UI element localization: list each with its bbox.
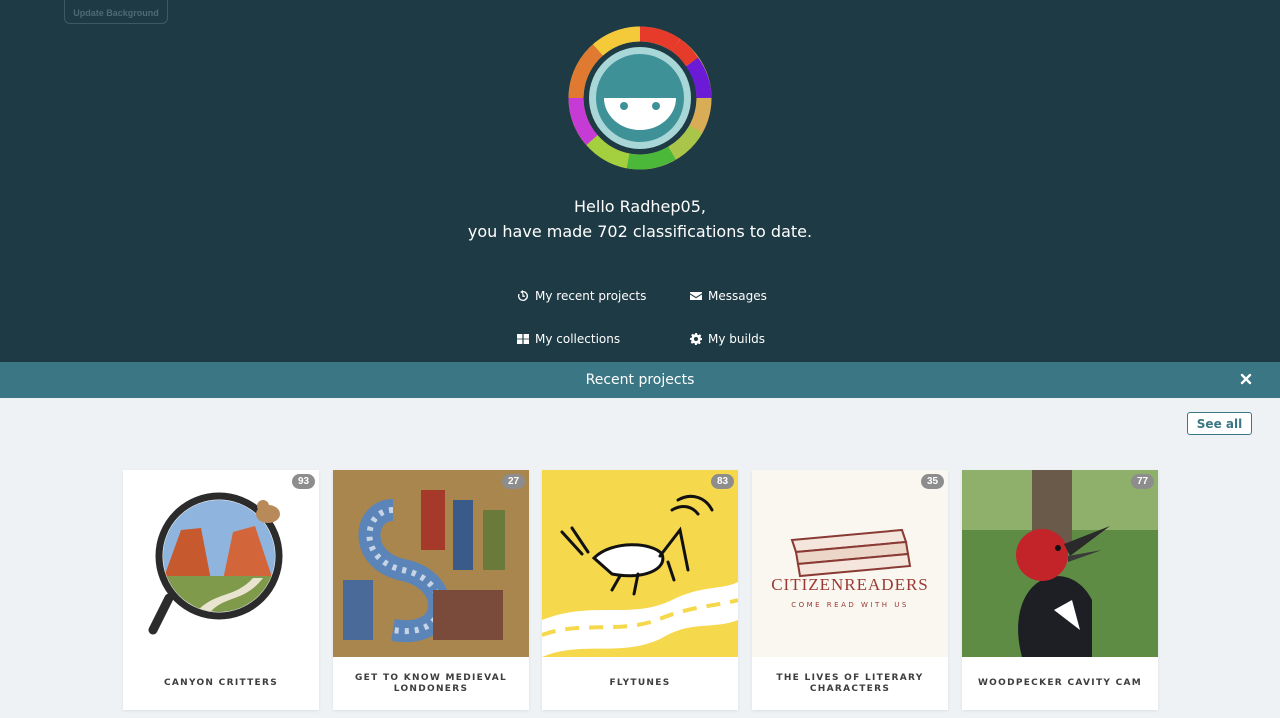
- envelope-icon: [690, 292, 702, 300]
- nav-builds-label: My builds: [708, 332, 766, 346]
- project-thumbnail: 77: [962, 470, 1158, 657]
- avatar: [568, 26, 712, 170]
- nav-messages-label: Messages: [708, 289, 767, 303]
- history-icon: [517, 290, 528, 301]
- project-thumbnail: 93: [123, 470, 319, 657]
- project-card[interactable]: 27 GET TO KNOW MEDIEVAL LONDONERS: [333, 470, 529, 710]
- project-thumbnail: 27: [333, 470, 529, 657]
- recent-projects-title: Recent projects: [585, 372, 695, 388]
- flytunes-logo-icon: [542, 470, 738, 657]
- greeting-name: Hello Radhep05,: [574, 197, 706, 216]
- classification-count-badge: 77: [1131, 474, 1154, 489]
- grid-icon: [517, 334, 529, 344]
- citizen-readers-logo-icon: CITIZENREADERS COME READ WITH US: [752, 470, 948, 657]
- project-thumbnail: 83: [542, 470, 738, 657]
- project-card[interactable]: CITIZENREADERS COME READ WITH US 35 THE …: [752, 470, 948, 710]
- medieval-manuscript-icon: [333, 470, 529, 657]
- classification-count-badge: 27: [502, 474, 525, 489]
- project-title: CANYON CRITTERS: [163, 678, 279, 688]
- see-all-button[interactable]: See all: [1187, 412, 1252, 435]
- greeting: Hello Radhep05, you have made 702 classi…: [0, 194, 1280, 244]
- recent-projects-bar: Recent projects: [0, 362, 1280, 398]
- profile-hero: Update Background Hello Radhep05, you ha…: [0, 0, 1280, 362]
- classification-count-badge: 83: [711, 474, 734, 489]
- project-title: GET TO KNOW MEDIEVAL LONDONERS: [354, 672, 508, 694]
- update-background-button[interactable]: Update Background: [64, 0, 168, 24]
- citizen-readers-tagline: COME READ WITH US: [791, 601, 909, 609]
- classification-count-badge: 93: [292, 474, 315, 489]
- nav-builds[interactable]: My builds: [690, 332, 765, 346]
- project-title: FLYTUNES: [609, 678, 671, 688]
- project-card[interactable]: 77 WOODPECKER CAVITY CAM: [962, 470, 1158, 710]
- nav-messages[interactable]: Messages: [690, 289, 767, 303]
- project-card[interactable]: 83 FLYTUNES: [542, 470, 738, 710]
- close-icon[interactable]: [1238, 371, 1254, 387]
- nav-collections-label: My collections: [535, 332, 621, 346]
- classification-count: you have made 702 classifications to dat…: [467, 222, 813, 241]
- woodpecker-photo-icon: [962, 470, 1158, 657]
- project-title: THE LIVES OF LITERARY CHARACTERS: [776, 672, 924, 694]
- cog-icon: [690, 333, 702, 345]
- citizen-readers-logo-text: CITIZENREADERS: [771, 575, 929, 594]
- nav-collections[interactable]: My collections: [517, 332, 620, 346]
- nav-recent-projects[interactable]: My recent projects: [517, 289, 646, 303]
- canyon-critters-logo-icon: [123, 470, 319, 657]
- project-title: WOODPECKER CAVITY CAM: [977, 678, 1143, 688]
- project-card[interactable]: 93 CANYON CRITTERS: [123, 470, 319, 710]
- avatar-ring-icon: [568, 26, 712, 170]
- classification-count-badge: 35: [921, 474, 944, 489]
- nav-recent-projects-label: My recent projects: [535, 289, 647, 303]
- project-thumbnail: CITIZENREADERS COME READ WITH US 35: [752, 470, 948, 657]
